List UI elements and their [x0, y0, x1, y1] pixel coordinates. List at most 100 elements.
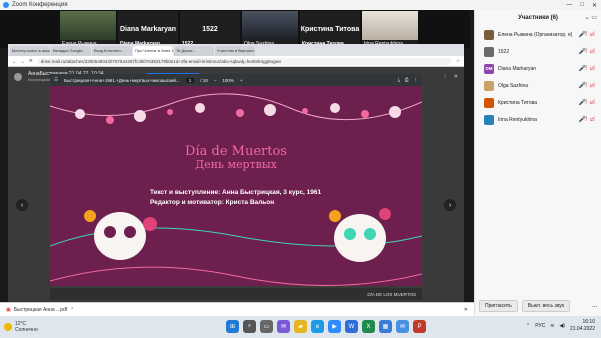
video-tile[interactable]: Irina Rentyukhina — [362, 11, 418, 48]
browser-tab[interactable]: Тв Диска... — [174, 46, 214, 56]
shared-browser-window: Мастер-класс в школе...Вкладка Google...… — [8, 44, 464, 302]
participant-name: Diana Markaryan — [498, 65, 537, 72]
zoom-out-icon[interactable]: − — [214, 78, 217, 83]
clock[interactable]: 16:10 21.04.2022 — [570, 319, 595, 333]
wifi-icon[interactable]: ≋ — [550, 323, 554, 329]
video-off-icon: ▭̸ — [589, 49, 595, 55]
store-icon[interactable]: ▦ — [379, 320, 392, 333]
slide-credit-author: Текст и выступление: Анна Быстрицкая, 3 … — [150, 189, 322, 196]
close-viewer-icon[interactable]: ✕ — [454, 74, 458, 80]
download-icon[interactable]: ⤓ — [398, 77, 400, 83]
pdf-page-number[interactable]: 1 — [185, 77, 195, 83]
language-indicator[interactable]: РУС — [535, 323, 545, 329]
excel-icon[interactable]: X — [362, 320, 375, 333]
mute-all-button[interactable]: Выкл. весь звук — [521, 300, 571, 312]
more-icon[interactable]: ⋮ — [443, 74, 448, 80]
video-tile-display-name: Кристина Титова — [300, 26, 360, 33]
taskbar-apps: ⊞ ⌕ ▭ ✉ ▰ e ▶ W X ▦ ✉ P — [226, 320, 426, 333]
video-tile[interactable]: Елена Рыжина — [60, 11, 116, 48]
video-feed — [60, 11, 116, 40]
slide-title-russian: День мертвых — [195, 158, 277, 171]
next-page-caption: DÍA DE LOS MUERTOS — [367, 291, 416, 297]
next-page-arrow[interactable]: › — [444, 199, 456, 211]
participants-header: Участники (6) ⌄ ▭ — [475, 10, 601, 26]
url-field[interactable]: drive.mail.ru/attaches/33505480430707944… — [36, 57, 452, 65]
start-icon[interactable]: ⊞ — [226, 320, 239, 333]
participant-row[interactable]: Елена Рыжина (Организатор, я) 🎤̸ ▭̸ — [475, 26, 601, 43]
video-tile[interactable]: Кристина Титова Кристина Титова — [300, 11, 360, 48]
task-view-icon[interactable]: ▭ — [260, 320, 273, 333]
zoom-window-title: Zoom Конференция — [12, 2, 68, 8]
participants-list: Елена Рыжина (Организатор, я) 🎤̸ ▭̸ 1522 🎤̸ ▭… — [475, 26, 601, 128]
video-thumbnail-strip: Елена Рыжина Diana Markaryan Diana Marka… — [0, 10, 470, 48]
pdf-slide: Día de Muertos День мертвых Текст и выст… — [50, 86, 422, 286]
participant-row[interactable]: 1522 🎤̸ ▭̸ — [475, 43, 601, 60]
participant-status-icons: 🎤̸ ▭̸ — [579, 82, 595, 89]
pdf-zoom-level[interactable]: 100% — [222, 78, 234, 83]
zoom-in-icon[interactable]: + — [240, 78, 243, 83]
participant-row[interactable]: Irina Rentyukhina 🎤̸ ▭̸ — [475, 111, 601, 128]
mail-icon[interactable]: ✉ — [396, 320, 409, 333]
panel-options-icon[interactable]: ⌄ ▭ — [585, 14, 597, 21]
video-off-icon: ▭̸ — [589, 66, 595, 72]
more-button[interactable]: ... — [592, 303, 597, 309]
avatar — [484, 80, 494, 91]
more-icon[interactable]: ⋮ — [414, 77, 419, 83]
weather-widget[interactable]: 12°C Солнечно — [0, 321, 38, 333]
browser-tab[interactable]: Мастер-класс в школе... — [10, 46, 50, 56]
back-icon[interactable]: ← — [12, 59, 17, 64]
star-icon[interactable]: ☆ — [456, 58, 460, 64]
video-tile[interactable]: Olga Sazhina — [242, 11, 298, 48]
pdf-menu-icon[interactable]: ☰ — [54, 77, 58, 83]
chevron-up-icon[interactable]: ⌃ — [526, 323, 530, 329]
minimize-button[interactable]: — — [566, 2, 572, 9]
pdf-file-icon: ▣ — [6, 306, 11, 313]
powerpoint-icon[interactable]: P — [413, 320, 426, 333]
browser-tab[interactable]: Участник в Виртуал... — [215, 46, 255, 56]
avatar — [484, 97, 494, 108]
slide-credit-editor: Редактор и мотиватор: Криста Вальон — [150, 199, 275, 206]
maximize-button[interactable]: □ — [580, 2, 584, 9]
participant-row[interactable]: Olga Sazhina 🎤̸ ▭̸ — [475, 77, 601, 94]
volume-icon[interactable]: ◀) — [559, 323, 565, 329]
video-tile-display-name: Diana Markaryan — [119, 26, 177, 33]
previous-page-arrow[interactable]: ‹ — [16, 199, 28, 211]
browser-tab[interactable]: Вкладка Google... — [51, 46, 91, 56]
participant-status-icons: 🎤̸ ▭̸ — [579, 99, 595, 106]
print-icon[interactable]: ⎙ — [405, 77, 409, 83]
browser-tab[interactable]: Вход Конспект... — [92, 46, 132, 56]
close-download-bar-icon[interactable]: ✕ — [464, 307, 474, 313]
video-tile-display-name: 1522 — [202, 26, 218, 33]
reload-icon[interactable]: ⟳ — [29, 58, 33, 64]
search-icon[interactable]: ⌕ — [243, 320, 256, 333]
zoom-icon[interactable]: ▶ — [328, 320, 341, 333]
chevron-up-icon[interactable]: ⌃ — [70, 307, 74, 313]
clock-date: 21.04.2022 — [569, 326, 595, 332]
forward-icon[interactable]: → — [21, 59, 26, 64]
downloaded-file-name[interactable]: Быстрицкая Анна ...pdf — [14, 307, 67, 313]
file-explorer-icon[interactable]: ▰ — [294, 320, 307, 333]
participant-name: Елена Рыжина (Организатор, я) — [498, 31, 573, 38]
participant-status-icons: 🎤̸ ▭̸ — [579, 65, 595, 72]
pdf-toolbar: ☰ Быстрицкая+Анна+1961.+День+мертвых+мил… — [50, 74, 422, 86]
zoom-logo-icon — [3, 2, 9, 8]
video-tile[interactable]: 1522 1522 — [180, 11, 240, 48]
participant-row[interactable]: Кристина Титова 🎤̸ ▭̸ — [475, 94, 601, 111]
browser-tab[interactable]: Про Чтение в Анне 1... — [133, 46, 173, 56]
chat-icon[interactable]: ✉ — [277, 320, 290, 333]
video-tile[interactable]: Diana Markaryan Diana Markaryan — [118, 11, 178, 48]
invite-button[interactable]: Пригласить — [479, 300, 518, 312]
video-off-icon: ▭̸ — [589, 100, 595, 106]
edge-icon[interactable]: e — [311, 320, 324, 333]
word-icon[interactable]: W — [345, 320, 358, 333]
muted-mic-icon: 🎤̸ — [578, 32, 587, 38]
participants-title: Участники (6) — [518, 15, 558, 21]
video-feed — [362, 11, 418, 40]
participant-row[interactable]: DM Diana Markaryan 🎤̸ ▭̸ — [475, 60, 601, 77]
close-window-button[interactable]: ✕ — [592, 2, 597, 9]
clock-time: 16:10 — [582, 319, 595, 325]
system-tray: ⌃ РУС ≋ ◀) 16:10 21.04.2022 — [526, 319, 595, 333]
participants-footer: Пригласить Выкл. весь звук ... — [475, 296, 601, 316]
file-avatar-icon — [14, 73, 22, 81]
participant-status-icons: 🎤̸ ▭̸ — [579, 48, 595, 55]
